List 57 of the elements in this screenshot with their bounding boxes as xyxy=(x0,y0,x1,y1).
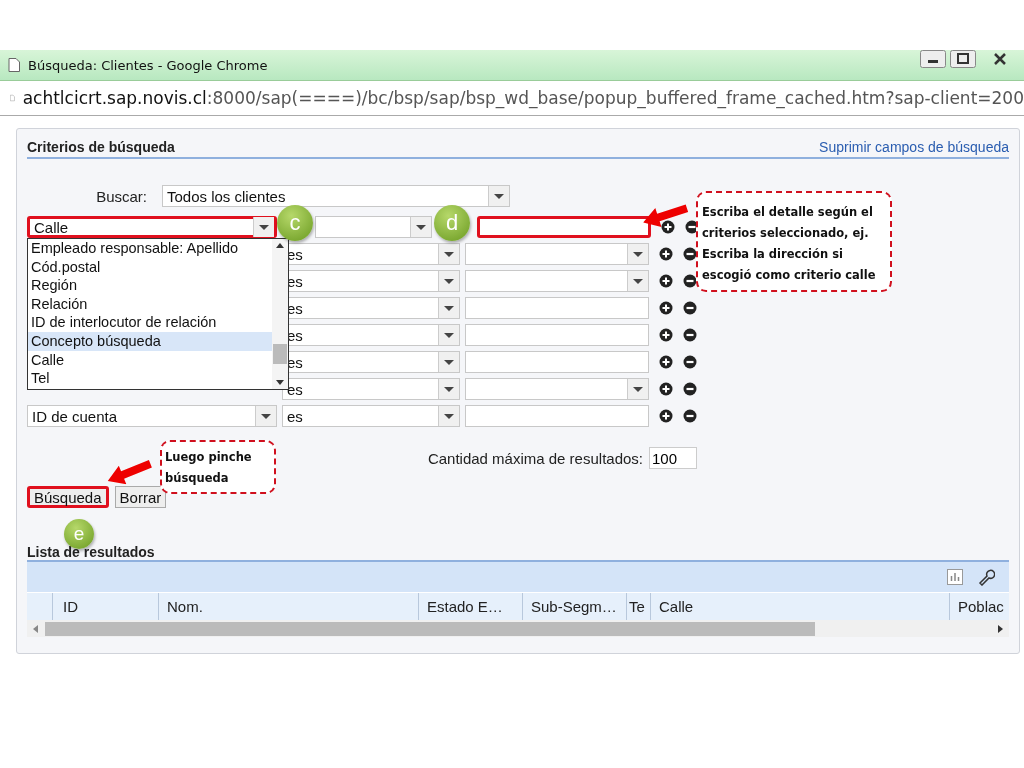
remove-icon[interactable] xyxy=(683,355,697,369)
value-field[interactable] xyxy=(465,297,649,319)
field-label: Buscar: xyxy=(95,187,148,205)
scroll-up-icon[interactable] xyxy=(273,241,287,251)
remove-icon[interactable] xyxy=(683,328,697,342)
clear-button[interactable]: Borrar xyxy=(114,486,167,508)
dropdown-option[interactable]: Relación xyxy=(28,294,272,314)
section-title: Criterios de búsqueda xyxy=(27,139,175,155)
page-icon[interactable] xyxy=(8,58,20,72)
callout-note: Luego pinche búsqueda xyxy=(160,440,276,494)
dropdown-option[interactable]: ID de interlocutor de relación xyxy=(28,313,272,332)
value-field[interactable] xyxy=(477,216,651,238)
window-title: Búsqueda: Clientes - Google Chrome xyxy=(28,57,268,73)
column-header[interactable]: Poblac xyxy=(950,593,1009,620)
dropdown-option[interactable]: Región xyxy=(28,276,272,295)
add-icon[interactable] xyxy=(659,328,673,342)
field-select[interactable]: ID de cuenta xyxy=(27,405,277,427)
operator-select[interactable]: es xyxy=(282,405,460,427)
value-field[interactable] xyxy=(465,324,649,346)
add-icon[interactable] xyxy=(659,409,673,423)
scroll-thumb[interactable] xyxy=(45,621,815,636)
remove-icon[interactable] xyxy=(683,274,697,288)
dropdown-option[interactable]: Calle xyxy=(28,350,272,370)
dropdown-option[interactable]: Concepto búsqueda xyxy=(28,331,272,351)
dropdown-option[interactable]: Cód.postal xyxy=(28,257,272,277)
operator-select[interactable]: es xyxy=(282,378,460,400)
dropdown-option[interactable]: Empleado responsable: Apellido xyxy=(28,239,272,258)
scroll-down-icon[interactable] xyxy=(273,377,287,387)
minimize-icon[interactable] xyxy=(920,50,946,68)
add-icon[interactable] xyxy=(661,220,675,234)
max-results-field[interactable]: 100 xyxy=(649,447,697,469)
add-icon[interactable] xyxy=(659,247,673,261)
remove-icon[interactable] xyxy=(683,409,697,423)
field-label: Cantidad máxima de resultados: xyxy=(427,449,643,467)
search-button[interactable]: Búsqueda xyxy=(27,486,109,508)
dropdown-option[interactable]: Tel xyxy=(28,369,272,388)
callout-note: Escriba el detalle según el criterios seleccionado, ej. Escriba la dirección si escogió como criterio calle xyxy=(696,191,892,292)
dropdown-list[interactable]: Empleado responsable: Apellido Cód.postal Región Relación ID de interlocutor de relación Concepto búsqueda Calle Tel xyxy=(27,238,289,390)
remove-icon[interactable] xyxy=(683,301,697,315)
search-type-select[interactable]: Todos los clientes xyxy=(162,185,510,207)
add-icon[interactable] xyxy=(659,301,673,315)
remove-fields-link[interactable]: Suprimir campos de búsqueda xyxy=(819,139,1009,155)
add-icon[interactable] xyxy=(659,274,673,288)
scroll-bar[interactable] xyxy=(272,239,288,389)
add-icon[interactable] xyxy=(659,382,673,396)
value-field[interactable] xyxy=(465,351,649,373)
wrench-icon[interactable] xyxy=(977,568,995,586)
chart-icon[interactable] xyxy=(947,569,963,585)
value-field[interactable] xyxy=(465,405,649,427)
remove-icon[interactable] xyxy=(683,382,697,396)
maximize-icon[interactable] xyxy=(950,50,976,68)
scroll-thumb[interactable] xyxy=(273,344,287,364)
url-text: achtlcicrt.sap.novis.cl:8000/sap(====)/bc/bsp/sap/bsp_wd_base/popup_buffered_frame_cached.htm?sap-client=200 xyxy=(22,88,1024,108)
add-icon[interactable] xyxy=(659,355,673,369)
remove-icon[interactable] xyxy=(683,247,697,261)
field-select[interactable]: Calle xyxy=(27,216,277,238)
scroll-bar[interactable] xyxy=(27,620,1009,637)
